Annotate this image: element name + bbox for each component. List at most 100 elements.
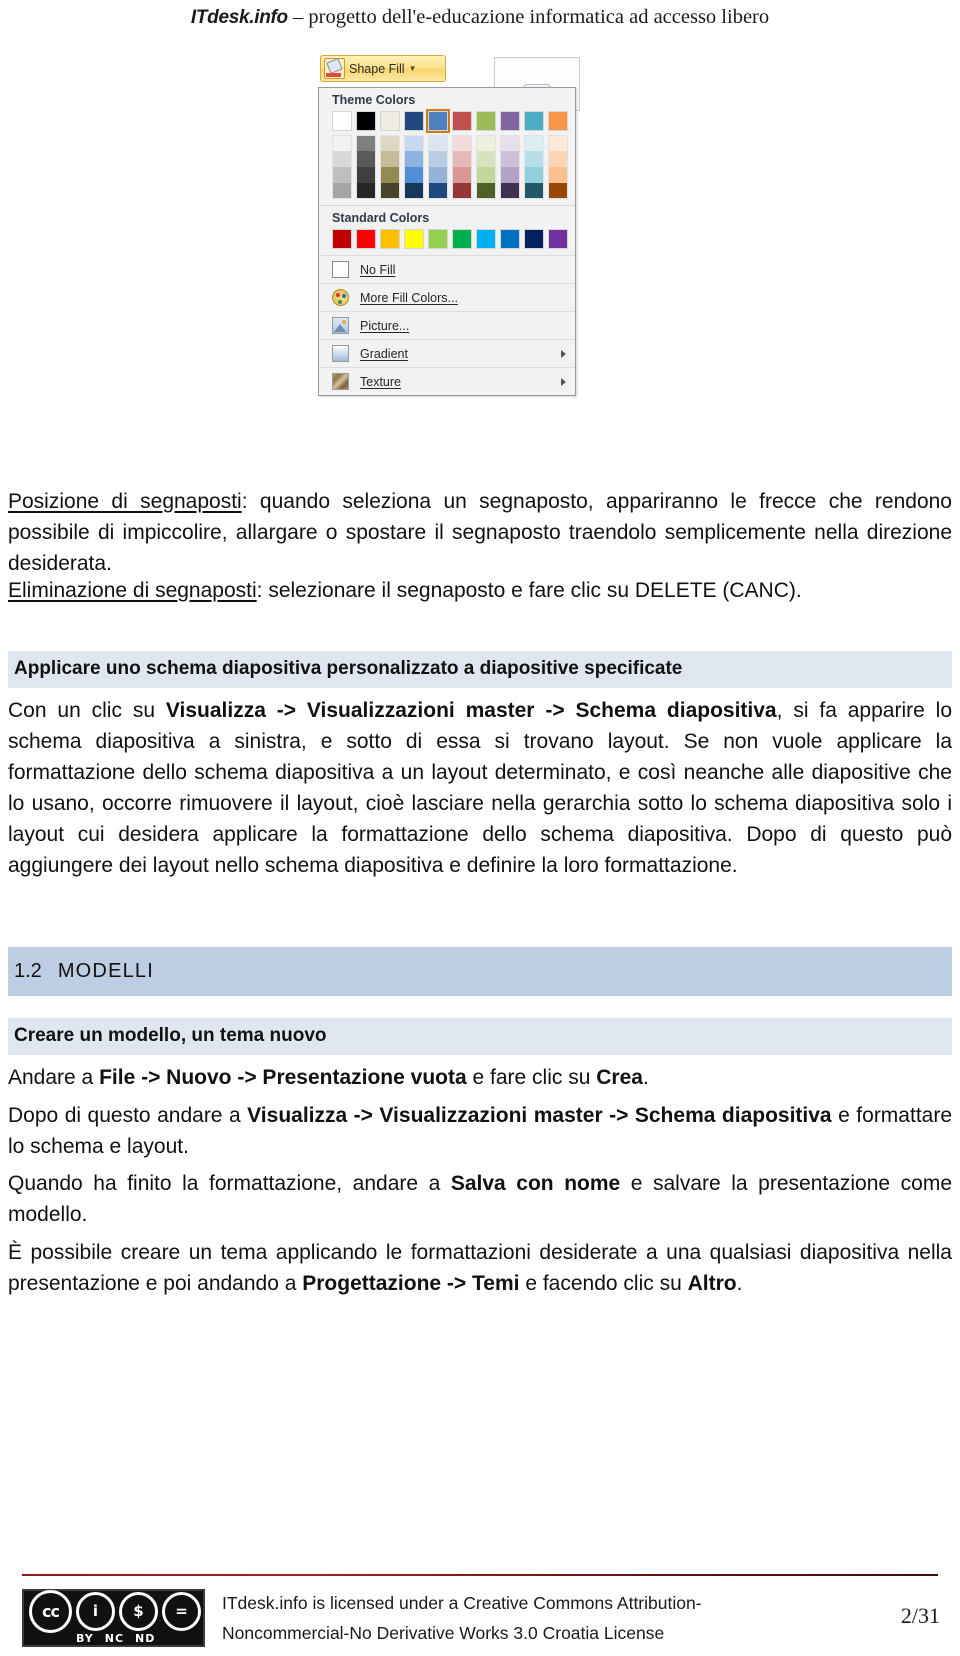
- theme-shade-swatch[interactable]: [524, 135, 544, 151]
- theme-color-column[interactable]: [404, 111, 424, 199]
- license-line-2: Noncommercial-No Derivative Works 3.0 Cr…: [222, 1623, 665, 1643]
- theme-shade-swatch[interactable]: [332, 151, 352, 167]
- theme-color-column[interactable]: [548, 111, 568, 199]
- standard-color-swatch[interactable]: [524, 229, 544, 249]
- theme-shade-swatch[interactable]: [524, 167, 544, 183]
- theme-color-column[interactable]: [500, 111, 520, 199]
- theme-color-swatch[interactable]: [548, 111, 568, 131]
- theme-shade-swatch[interactable]: [332, 167, 352, 183]
- theme-color-swatch[interactable]: [332, 111, 352, 131]
- shape-fill-figure: Shape Fill ▼ Theme Colors Standard Color…: [318, 55, 580, 475]
- standard-color-swatch[interactable]: [356, 229, 376, 249]
- theme-shade-swatch[interactable]: [524, 151, 544, 167]
- quando-bold: Salva con nome: [450, 1172, 621, 1195]
- theme-shade-swatch[interactable]: [452, 167, 472, 183]
- theme-color-swatch[interactable]: [476, 111, 496, 131]
- fill-menu-item[interactable]: Texture: [319, 367, 575, 395]
- theme-color-swatch[interactable]: [356, 111, 376, 131]
- texture-icon: [332, 373, 349, 390]
- theme-color-swatch[interactable]: [426, 109, 450, 133]
- theme-shade-swatch[interactable]: [500, 135, 520, 151]
- theme-shade-swatch[interactable]: [452, 135, 472, 151]
- theme-shade-swatch[interactable]: [476, 135, 496, 151]
- fill-menu-item[interactable]: Picture...: [319, 311, 575, 339]
- andare-2: e fare clic su: [466, 1066, 597, 1089]
- theme-shade-swatch[interactable]: [452, 151, 472, 167]
- standard-colors-row[interactable]: [319, 229, 575, 255]
- header-subtitle: – progetto dell'e-educazione informatica…: [287, 6, 770, 28]
- standard-color-swatch[interactable]: [404, 229, 424, 249]
- shape-fill-dropdown-menu[interactable]: Theme Colors Standard Colors No Fill More…: [318, 87, 576, 396]
- andare-3: .: [642, 1066, 649, 1089]
- andare-bold: File -> Nuovo -> Presentazione vuota: [99, 1066, 467, 1089]
- theme-shade-swatch[interactable]: [548, 135, 568, 151]
- theme-shade-swatch[interactable]: [428, 183, 448, 199]
- cc-by-icon: i: [76, 1591, 115, 1631]
- paragraph-dopo: Dopo di questo andare a Visualizza -> Vi…: [8, 1100, 952, 1162]
- theme-color-column[interactable]: [356, 111, 376, 199]
- theme-shade-swatch[interactable]: [500, 151, 520, 167]
- fill-menu-items[interactable]: No Fill More Fill Colors... Picture... Grad…: [319, 255, 575, 395]
- theme-shade-swatch[interactable]: [332, 183, 352, 199]
- andare-1: Andare a: [8, 1066, 100, 1089]
- theme-shade-swatch[interactable]: [524, 183, 544, 199]
- theme-shade-swatch[interactable]: [476, 167, 496, 183]
- theme-shade-swatch[interactable]: [428, 135, 448, 151]
- theme-shade-swatch[interactable]: [548, 183, 568, 199]
- theme-color-swatch[interactable]: [452, 111, 472, 131]
- theme-color-column[interactable]: [332, 111, 352, 199]
- theme-color-swatch[interactable]: [524, 111, 544, 131]
- theme-color-swatch[interactable]: [380, 111, 400, 131]
- theme-color-column[interactable]: [426, 109, 450, 199]
- fill-menu-item[interactable]: More Fill Colors...: [319, 283, 575, 311]
- theme-color-swatch[interactable]: [500, 111, 520, 131]
- standard-color-swatch[interactable]: [500, 229, 520, 249]
- fill-menu-item[interactable]: Gradient: [319, 339, 575, 367]
- band-applicare-schema: Applicare uno schema diapositiva persona…: [8, 651, 952, 688]
- standard-color-swatch[interactable]: [332, 229, 352, 249]
- document-page: ITdesk.info – progetto dell'e-educazione…: [0, 0, 960, 1656]
- standard-color-swatch[interactable]: [548, 229, 568, 249]
- theme-shade-swatch[interactable]: [380, 167, 400, 183]
- standard-color-swatch[interactable]: [380, 229, 400, 249]
- theme-shade-swatch[interactable]: [548, 167, 568, 183]
- theme-shade-swatch[interactable]: [404, 167, 424, 183]
- theme-shade-swatch[interactable]: [404, 135, 424, 151]
- standard-color-swatch[interactable]: [476, 229, 496, 249]
- heading-title: MODELLI: [57, 960, 155, 982]
- theme-color-column[interactable]: [380, 111, 400, 199]
- fill-menu-item-label: No Fill: [360, 262, 396, 277]
- theme-color-column[interactable]: [476, 111, 496, 199]
- theme-shade-swatch[interactable]: [452, 183, 472, 199]
- theme-shade-swatch[interactable]: [428, 151, 448, 167]
- theme-shade-swatch[interactable]: [380, 151, 400, 167]
- theme-shade-swatch[interactable]: [380, 135, 400, 151]
- theme-shade-swatch[interactable]: [356, 167, 376, 183]
- standard-color-swatch[interactable]: [428, 229, 448, 249]
- theme-shade-swatch[interactable]: [404, 183, 424, 199]
- cc-nd-icon: =: [162, 1591, 201, 1631]
- theme-color-column[interactable]: [524, 111, 544, 199]
- theme-shade-swatch[interactable]: [428, 167, 448, 183]
- possibile-2: e facendo clic su: [519, 1272, 688, 1295]
- theme-shade-swatch[interactable]: [476, 151, 496, 167]
- theme-shade-swatch[interactable]: [380, 183, 400, 199]
- shape-fill-button[interactable]: Shape Fill ▼: [320, 55, 446, 82]
- theme-shade-swatch[interactable]: [356, 151, 376, 167]
- theme-shade-swatch[interactable]: [500, 183, 520, 199]
- theme-shade-swatch[interactable]: [356, 135, 376, 151]
- theme-shade-swatch[interactable]: [500, 167, 520, 183]
- theme-shade-swatch[interactable]: [548, 151, 568, 167]
- possibile-3: .: [736, 1272, 743, 1295]
- standard-color-swatch[interactable]: [452, 229, 472, 249]
- theme-colors-grid[interactable]: [319, 109, 575, 203]
- theme-color-swatch[interactable]: [404, 111, 424, 131]
- theme-shade-swatch[interactable]: [476, 183, 496, 199]
- fill-menu-item[interactable]: No Fill: [319, 255, 575, 283]
- picture-icon: [332, 317, 349, 334]
- theme-shade-swatch[interactable]: [404, 151, 424, 167]
- theme-shade-swatch[interactable]: [356, 183, 376, 199]
- fill-menu-item-label: Texture: [360, 374, 401, 389]
- theme-color-column[interactable]: [452, 111, 472, 199]
- theme-shade-swatch[interactable]: [332, 135, 352, 151]
